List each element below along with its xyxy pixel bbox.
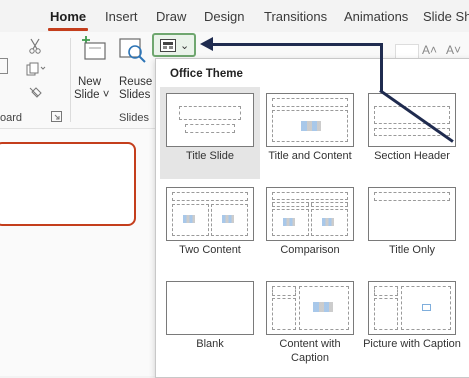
layout-gallery-dropdown: Office Theme Title Slide Title and Conte… [155,58,469,378]
font-shrink-icon[interactable]: A˅ [446,43,461,57]
cut-icon[interactable] [28,38,42,56]
arrow-head-icon [200,37,213,51]
layout-thumbnail [166,187,254,241]
tab-transitions[interactable]: Transitions [264,9,327,24]
layout-thumbnail [368,187,456,241]
layout-title-slide[interactable]: Title Slide [160,87,260,179]
layout-label: Blank [196,338,224,350]
tab-animations[interactable]: Animations [344,9,408,24]
gallery-section-title: Office Theme [170,68,243,80]
layout-label: Comparison [280,244,340,256]
layout-label: Title Slide [186,150,234,162]
tab-insert[interactable]: Insert [105,9,138,24]
layout-label: Title Only [388,244,436,256]
layout-label: Section Header [374,150,450,162]
group-separator [70,38,71,122]
layout-label: Title and Content [268,150,352,162]
layout-title-only[interactable]: Title Only [362,181,462,273]
paste-icon[interactable] [0,58,8,74]
layout-thumbnail [368,93,456,147]
layout-blank[interactable]: Blank [160,275,260,367]
dialog-launcher-icon[interactable] [51,111,62,127]
layout-thumbnail [368,281,456,335]
layout-title-and-content[interactable]: Title and Content [260,87,360,179]
layout-thumbnail [266,281,354,335]
new-slide-label-1[interactable]: New [78,75,101,89]
layout-two-content[interactable]: Two Content [160,181,260,273]
slides-group-label: Slides [119,112,149,124]
new-slide-label-2[interactable]: Slide ˅ [74,88,109,102]
chevron-down-icon: ⌄ [180,40,190,52]
slide-thumbnail-pane [0,129,158,376]
layout-picture-with-caption[interactable]: Picture with Caption [362,275,462,367]
new-slide-icon[interactable] [80,34,106,64]
layout-thumbnail [266,187,354,241]
layout-thumbnail [266,93,354,147]
layout-label: Content with Caption [279,338,341,364]
reuse-slides-label-2[interactable]: Slides [119,88,150,102]
layout-icon [160,39,176,57]
slide-thumbnail[interactable] [0,142,136,226]
reuse-slides-label-1[interactable]: Reuse [119,75,152,89]
ribbon-tab-bar: Home Insert Draw Design Transitions Anim… [0,0,469,32]
layout-button[interactable]: ⌄ [152,33,196,57]
clipboard-group-label: oard [0,112,23,124]
tab-design[interactable]: Design [204,9,244,24]
layout-section-header[interactable]: Section Header [362,87,462,179]
layout-thumbnail [166,281,254,335]
layout-label: Two Content [179,244,241,256]
layout-comparison[interactable]: Comparison [260,181,360,273]
active-tab-indicator [48,28,88,31]
tab-home[interactable]: Home [50,9,86,24]
format-painter-icon[interactable] [28,86,44,102]
layout-thumbnail [166,93,254,147]
font-grow-icon[interactable]: A˄ [422,43,437,57]
reuse-slides-icon[interactable] [118,36,148,66]
layout-content-with-caption[interactable]: Content with Caption [260,275,360,367]
layout-label: Picture with Caption [363,338,461,350]
tab-draw[interactable]: Draw [156,9,186,24]
copy-icon[interactable] [26,62,46,78]
tab-slide-show[interactable]: Slide Show [423,9,469,24]
